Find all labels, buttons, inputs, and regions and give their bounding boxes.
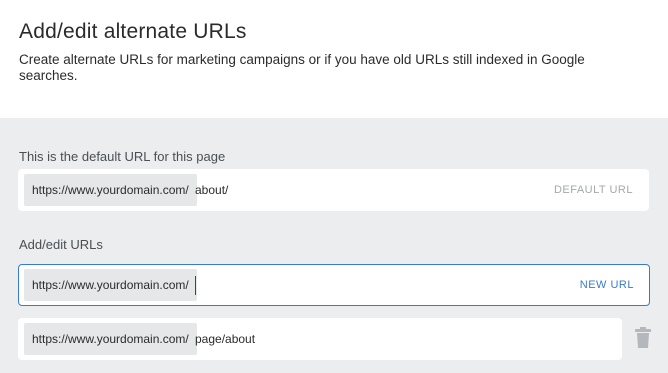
default-url-tag: DEFAULT URL [553,184,633,196]
default-url-row: https://www.yourdomain.com/ about/ DEFAU… [18,169,649,211]
page-description: Create alternate URLs for marketing camp… [19,52,585,83]
url-prefix: https://www.yourdomain.com/ [24,323,197,355]
page-header: Add/edit alternate URLs Create alternate… [0,0,668,118]
trash-icon[interactable] [634,327,652,349]
new-url-input[interactable] [195,265,575,305]
alternate-url-row[interactable]: https://www.yourdomain.com/ page/about [18,318,622,360]
page-title: Add/edit alternate URLs [19,20,247,43]
edit-urls-label: Add/edit URLs [19,237,103,252]
new-url-tag: NEW URL [579,279,634,291]
url-prefix: https://www.yourdomain.com/ [24,174,197,206]
text-caret [195,276,196,295]
default-url-path: about/ [195,183,229,197]
alternate-url-path[interactable]: page/about [195,319,255,359]
url-prefix: https://www.yourdomain.com/ [24,269,197,301]
default-url-label: This is the default URL for this page [19,149,226,164]
new-url-row[interactable]: https://www.yourdomain.com/ NEW URL [18,264,650,306]
